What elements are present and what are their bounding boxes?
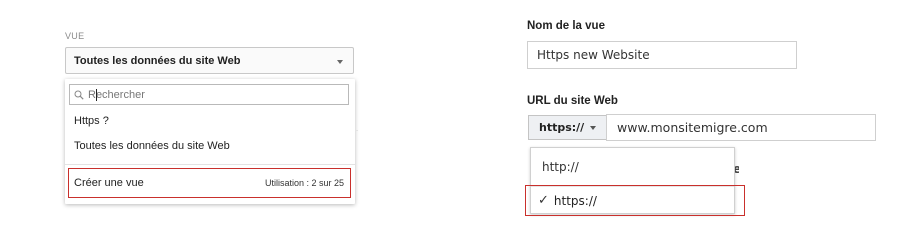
text-cursor [96, 89, 97, 101]
view-dropdown-button[interactable]: Toutes les données du site Web [65, 47, 354, 74]
chevron-down-icon [337, 60, 343, 64]
background-divider [355, 130, 358, 131]
chevron-down-icon [590, 126, 596, 130]
protocol-option-http[interactable]: http:// [542, 160, 579, 174]
view-usage-count: Utilisation : 2 sur 25 [264, 178, 344, 188]
site-url-label: URL du site Web [527, 95, 618, 107]
protocol-option-https-label: https:// [553, 193, 597, 208]
view-option-all-data[interactable]: Toutes les données du site Web [74, 140, 230, 152]
create-view-label: Créer une vue [74, 177, 144, 189]
menu-divider [65, 164, 355, 165]
view-search-input[interactable] [88, 88, 338, 101]
selected-view-label: Toutes les données du site Web [74, 54, 241, 67]
view-label: VUE [65, 31, 85, 41]
protocol-option-https[interactable]: ✓ https:// [525, 185, 745, 216]
protocol-select[interactable]: https:// [528, 115, 608, 140]
view-name-label: Nom de la vue [527, 20, 605, 32]
protocol-selected-value: https:// [539, 121, 585, 134]
checkmark-icon: ✓ [538, 193, 549, 208]
create-view-button[interactable]: Créer une vue Utilisation : 2 sur 25 [68, 168, 351, 198]
view-option-https[interactable]: Https ? [74, 115, 109, 127]
view-search-box[interactable] [69, 84, 349, 105]
view-dropdown-menu: Https ? Toutes les données du site Web C… [65, 79, 355, 204]
site-url-input[interactable]: www.monsitemigre.com [606, 114, 876, 141]
search-icon [74, 90, 84, 100]
view-name-input[interactable]: Https new Website [527, 41, 797, 69]
